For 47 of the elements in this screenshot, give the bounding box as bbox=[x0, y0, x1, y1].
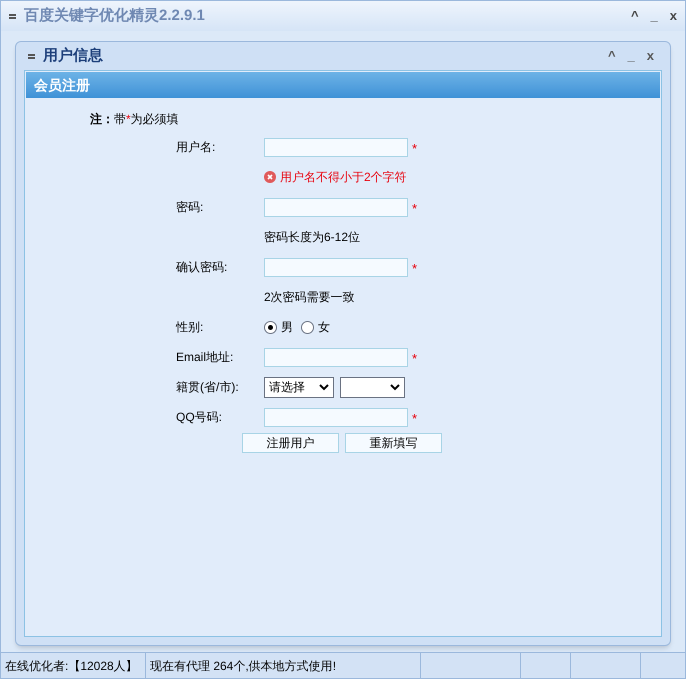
radio-button[interactable] bbox=[301, 320, 314, 334]
input-field[interactable] bbox=[264, 198, 408, 216]
field-label: Email地址: bbox=[176, 349, 234, 366]
note-label: 注： bbox=[90, 112, 114, 126]
window-title: 百度关键字优化精灵2.2.9.1 bbox=[24, 6, 205, 26]
menu-icon[interactable] bbox=[9, 14, 16, 18]
required-mark: * bbox=[412, 260, 418, 278]
window-control[interactable]: _ bbox=[650, 6, 658, 26]
error-icon bbox=[264, 171, 276, 183]
field-label: QQ号码: bbox=[176, 409, 224, 426]
form-button[interactable]: 注册用户 bbox=[242, 433, 339, 453]
radio-label: 女 bbox=[318, 319, 330, 336]
menu-icon[interactable] bbox=[28, 54, 35, 58]
field-label: 确认密码: bbox=[176, 259, 228, 276]
input-field[interactable] bbox=[264, 138, 408, 156]
window-control[interactable]: ^ bbox=[630, 6, 639, 26]
dialog-title: 用户信息 bbox=[43, 46, 103, 66]
section-header: 会员注册 bbox=[26, 72, 660, 98]
required-mark: * bbox=[412, 350, 418, 368]
input-field[interactable] bbox=[264, 258, 408, 276]
status-cell: 在线优化者:【12028人】 bbox=[1, 653, 146, 678]
input-field[interactable] bbox=[264, 348, 408, 366]
radio-label: 男 bbox=[281, 319, 293, 336]
dropdown[interactable] bbox=[340, 376, 405, 398]
dropdown[interactable]: 请选择 bbox=[264, 376, 334, 398]
note-text: 带*为必须填 bbox=[114, 112, 179, 126]
required-mark: * bbox=[412, 410, 418, 428]
input-field[interactable] bbox=[264, 408, 408, 426]
hint-text: 2次密码需要一致 bbox=[264, 289, 355, 306]
chevron-down-icon bbox=[390, 383, 400, 391]
field-label: 用户名: bbox=[176, 139, 216, 156]
error-message: 用户名不得小于2个字符 bbox=[280, 169, 407, 186]
field-label: 密码: bbox=[176, 199, 204, 216]
status-cell: 现在有代理 264个,供本地方式使用! bbox=[146, 653, 421, 678]
chevron-down-icon bbox=[319, 383, 329, 391]
dropdown-value: 请选择 bbox=[269, 379, 305, 396]
window-control[interactable]: ^ bbox=[608, 46, 616, 66]
window-control[interactable]: _ bbox=[628, 46, 635, 66]
hint-text: 密码长度为6-12位 bbox=[264, 229, 360, 246]
form-button[interactable]: 重新填写 bbox=[345, 433, 442, 453]
required-mark: * bbox=[412, 140, 418, 158]
window-control[interactable]: x bbox=[646, 46, 654, 66]
field-label: 籍贯(省/市): bbox=[176, 379, 240, 396]
required-mark: * bbox=[412, 200, 418, 218]
field-label: 性别: bbox=[176, 319, 204, 336]
window-control[interactable]: x bbox=[670, 6, 677, 26]
radio-button[interactable] bbox=[264, 320, 277, 334]
